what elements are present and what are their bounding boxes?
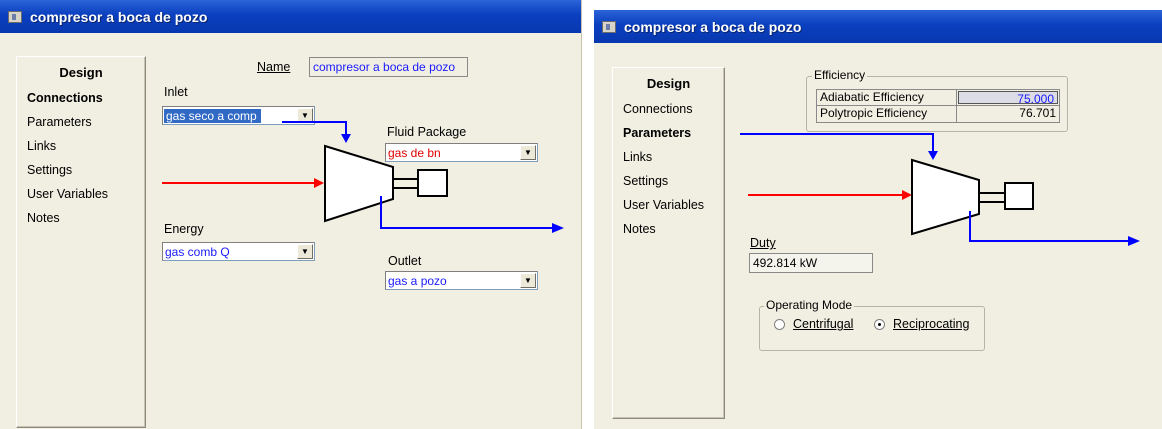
energy-stream-arrow — [341, 134, 351, 143]
motor-box — [1004, 182, 1034, 210]
motor-box — [417, 169, 448, 197]
compressor-icon — [911, 158, 980, 236]
energy-stream-line — [740, 133, 934, 155]
compressor-diagram — [162, 121, 564, 233]
outlet-stream-arrow — [1128, 236, 1140, 246]
outlet-stream-line — [969, 211, 1132, 242]
outlet-stream-line — [380, 196, 556, 229]
energy-stream-arrow — [928, 151, 938, 160]
connections-window: compresor a boca de pozo Design Connecti… — [0, 0, 582, 429]
outlet-stream-arrow — [552, 223, 564, 233]
compressor-icon — [324, 144, 394, 223]
compressor-diagram — [740, 133, 1140, 246]
feed-stream-arrow — [314, 178, 324, 188]
energy-stream-line — [282, 121, 347, 138]
feed-stream-arrow — [902, 190, 912, 200]
parameters-window: compresor a boca de pozo Design Connecti… — [594, 10, 1162, 429]
